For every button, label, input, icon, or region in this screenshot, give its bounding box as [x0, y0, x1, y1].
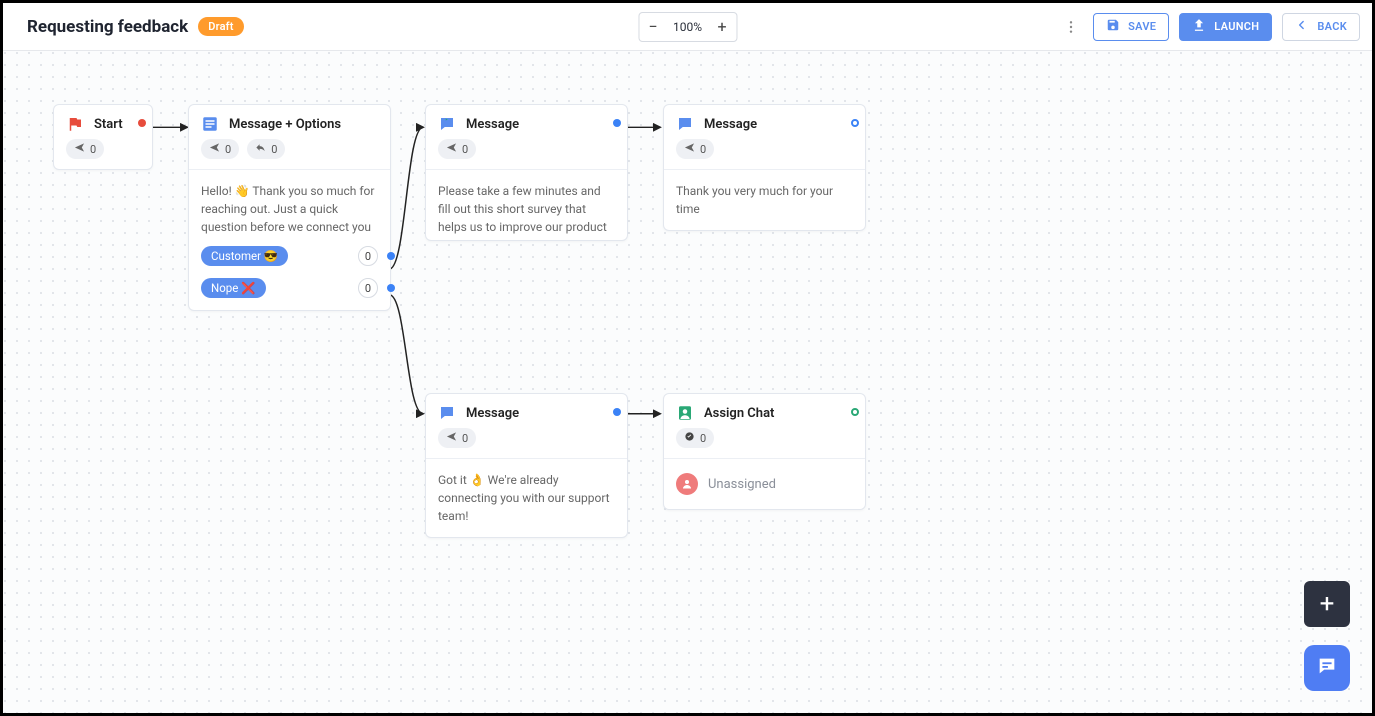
option-count: 0	[358, 246, 378, 266]
launch-icon	[1192, 18, 1206, 35]
node-title: Start	[94, 117, 123, 132]
stat-sent: 0	[66, 139, 104, 159]
send-icon	[209, 142, 220, 156]
check-circle-icon	[684, 431, 695, 445]
stat-sent: 0	[438, 428, 476, 448]
launch-label: LAUNCH	[1214, 20, 1259, 33]
plus-icon: +	[1320, 589, 1335, 619]
node-title: Assign Chat	[704, 406, 774, 421]
more-options-menu[interactable]	[1059, 15, 1083, 39]
message-icon	[438, 115, 456, 133]
stat-reply: 0	[247, 139, 285, 159]
node-body: Got it 👌 We're already connecting you wi…	[426, 459, 627, 537]
node-message-thanks[interactable]: Message 0 Thank you very much for your t…	[663, 104, 866, 231]
save-icon	[1106, 18, 1120, 35]
option-row-nope[interactable]: Nope ❌ 0	[189, 272, 390, 310]
node-message-gotit[interactable]: Message 0 Got it 👌 We're already connect…	[425, 393, 628, 538]
header-right: SAVE LAUNCH BACK	[1059, 13, 1360, 41]
output-port[interactable]	[851, 408, 859, 416]
stat-sent: 0	[438, 139, 476, 159]
unassigned-icon	[676, 473, 698, 495]
flow-canvas[interactable]: Start 0 Message + Options 0 0	[3, 51, 1372, 713]
stat-reply-value: 0	[271, 143, 277, 156]
flow-title: Requesting feedback	[27, 17, 188, 37]
editor-header: Requesting feedback Draft − 100% + SAVE …	[3, 3, 1372, 51]
node-message-options[interactable]: Message + Options 0 0 Hello! 👋 Thank you…	[188, 104, 391, 311]
send-icon	[74, 142, 85, 156]
save-label: SAVE	[1128, 20, 1156, 33]
message-icon	[438, 404, 456, 422]
reply-icon	[255, 142, 266, 156]
node-body: Please take a few minutes and fill out t…	[426, 170, 627, 240]
add-node-button[interactable]: +	[1304, 581, 1350, 627]
stat-sent-value: 0	[225, 143, 231, 156]
save-button[interactable]: SAVE	[1093, 13, 1169, 41]
assignee-label: Unassigned	[708, 477, 776, 492]
option-row-customer[interactable]: Customer 😎 0	[189, 240, 390, 272]
stat-sent-value: 0	[462, 143, 468, 156]
send-icon	[684, 142, 695, 156]
stat-assigned-value: 0	[700, 432, 706, 445]
output-port[interactable]	[613, 408, 621, 416]
message-icon	[676, 115, 694, 133]
stat-sent: 0	[201, 139, 239, 159]
zoom-in-button[interactable]: +	[708, 13, 736, 41]
output-port[interactable]	[387, 252, 395, 260]
flag-icon	[66, 115, 84, 133]
header-left: Requesting feedback Draft	[27, 17, 244, 37]
status-badge: Draft	[198, 17, 243, 36]
node-start[interactable]: Start 0	[53, 104, 153, 170]
output-port[interactable]	[138, 119, 146, 127]
output-port[interactable]	[851, 119, 859, 127]
option-chip-customer: Customer 😎	[201, 246, 288, 266]
launch-button[interactable]: LAUNCH	[1179, 13, 1272, 41]
output-port[interactable]	[613, 119, 621, 127]
back-button[interactable]: BACK	[1282, 13, 1360, 41]
chat-widget-button[interactable]	[1304, 645, 1350, 691]
option-count: 0	[358, 278, 378, 298]
zoom-control: − 100% +	[638, 12, 737, 42]
option-chip-nope: Nope ❌	[201, 278, 266, 298]
stat-sent: 0	[676, 139, 714, 159]
node-title: Message + Options	[229, 117, 341, 132]
node-title: Message	[466, 117, 519, 132]
assignee-row[interactable]: Unassigned	[664, 459, 865, 509]
agent-icon	[676, 404, 694, 422]
node-assign-chat[interactable]: Assign Chat 0 Unassigned	[663, 393, 866, 510]
stat-sent-value: 0	[700, 143, 706, 156]
send-icon	[446, 142, 457, 156]
stat-sent-value: 0	[90, 143, 96, 156]
form-icon	[201, 115, 219, 133]
stat-sent-value: 0	[462, 432, 468, 445]
back-label: BACK	[1317, 20, 1347, 33]
node-title: Message	[704, 117, 757, 132]
node-body: Hello! 👋 Thank you so much for reaching …	[189, 170, 390, 240]
output-port[interactable]	[387, 284, 395, 292]
send-icon	[446, 431, 457, 445]
chevron-left-icon	[1295, 18, 1309, 35]
node-message-survey[interactable]: Message 0 Please take a few minutes and …	[425, 104, 628, 241]
chat-icon	[1316, 655, 1338, 681]
zoom-value: 100%	[667, 20, 708, 34]
zoom-out-button[interactable]: −	[639, 13, 667, 41]
node-title: Message	[466, 406, 519, 421]
stat-assigned: 0	[676, 428, 714, 448]
node-body: Thank you very much for your time	[664, 170, 865, 230]
